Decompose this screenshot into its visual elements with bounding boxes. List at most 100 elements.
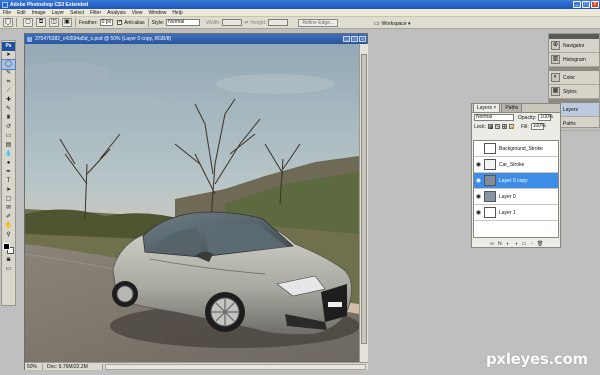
workspace-button[interactable]: ▭ Workspace ▾ [374,19,411,28]
dock-item-styles[interactable]: ▦ Styles [549,85,599,99]
height-input[interactable] [268,19,289,26]
subtract-selection-icon[interactable]: ◫ [49,18,59,27]
gradient-tool-icon[interactable]: ▤ [2,141,15,150]
feather-input[interactable]: 0 px [99,19,114,26]
foreground-color-swatch[interactable] [3,243,10,250]
menu-file[interactable]: File [0,10,14,16]
type-tool-icon[interactable]: T [2,177,15,186]
height-label: Height: [250,19,267,26]
dodge-tool-icon[interactable]: ● [2,159,15,168]
app-icon [2,1,8,8]
crop-tool-icon[interactable]: ⌗ [2,78,15,87]
lasso-tool-icon[interactable]: ◯ [1,59,16,70]
tool-preset-picker[interactable]: ◯ [3,18,13,27]
opacity-input[interactable]: 100% [538,114,553,121]
doc-maximize-button[interactable]: □ [351,36,358,42]
width-input[interactable] [222,19,243,26]
minimize-button[interactable]: _ [573,1,581,8]
visibility-eye-icon[interactable]: ◉ [474,161,483,168]
watermark: pxleyes.com [486,350,588,368]
antialias-checkbox[interactable]: ✓ [117,20,122,25]
layer-mask-icon[interactable]: ◐ [505,241,511,247]
layer-name: Background_Stroke [499,145,543,152]
doc-minimize-button[interactable]: _ [343,36,350,42]
lock-transparency-icon[interactable]: ▦ [487,124,493,129]
doc-close-button[interactable]: x [359,36,366,42]
swap-icon[interactable]: ⇄ [244,20,248,26]
opacity-label: Opacity: [518,114,537,121]
menu-view[interactable]: View [129,10,146,16]
horizontal-scrollbar[interactable] [105,363,366,370]
delete-layer-icon[interactable]: 🗑 [537,241,543,247]
eraser-tool-icon[interactable]: ▭ [2,132,15,141]
healing-brush-tool-icon[interactable]: ✚ [2,96,15,105]
new-layer-icon[interactable]: ▫ [529,241,535,247]
lock-position-icon[interactable]: ✥ [501,124,507,129]
intersect-selection-icon[interactable]: ▣ [62,18,72,27]
zoom-tool-icon[interactable]: ⚲ [2,231,15,240]
new-selection-icon[interactable]: ▢ [23,18,33,27]
layer-style-icon[interactable]: fx [497,241,503,247]
layer-row[interactable]: Background_Stroke [474,141,558,157]
menu-image[interactable]: Image [29,10,49,16]
style-select[interactable]: Normal [166,19,201,26]
menu-analysis[interactable]: Analysis [104,10,129,16]
layer-row[interactable]: ◉ Layer 1 [474,205,558,221]
pen-tool-icon[interactable]: ✒ [2,168,15,177]
layer-thumbnail [484,159,496,170]
layer-row[interactable]: ◉ Layer 0 copy [474,173,558,189]
hand-tool-icon[interactable]: ✋ [2,222,15,231]
notes-tool-icon[interactable]: ✉ [2,204,15,213]
menu-window[interactable]: Window [146,10,170,16]
path-select-tool-icon[interactable]: ➤ [2,186,15,195]
menu-help[interactable]: Help [169,10,185,16]
move-tool-icon[interactable]: ➤ [2,51,15,60]
image-canvas[interactable] [25,44,359,362]
add-selection-icon[interactable]: ⧉ [36,18,46,27]
tab-layers[interactable]: Layers × [473,103,501,112]
style-label: Style: [151,19,165,26]
slice-tool-icon[interactable]: ⟋ [2,87,15,96]
dock-item-label: Color [563,74,575,81]
adjustment-layer-icon[interactable]: ◑ [513,241,519,247]
vertical-scrollbar[interactable] [359,44,368,362]
quick-mask-icon[interactable]: ◙ [2,256,15,265]
visibility-eye-icon[interactable]: ◉ [474,209,483,216]
blend-mode-select[interactable]: Normal [474,114,514,121]
lock-image-icon[interactable]: ✎ [494,124,500,129]
quick-select-tool-icon[interactable]: ✎ [2,69,15,78]
clone-stamp-tool-icon[interactable]: ♜ [2,114,15,123]
lock-label: Lock: [474,123,486,130]
tab-paths[interactable]: Paths [501,103,523,112]
new-group-icon[interactable]: ▭ [521,241,527,247]
document-title-bar[interactable]: 375476382_c43594a5d_o.psd @ 50% (Layer 0… [25,34,367,44]
scrollbar-thumb[interactable] [361,54,367,344]
visibility-eye-icon[interactable]: ◉ [474,177,483,184]
menu-filter[interactable]: Filter [87,10,104,16]
menu-layer[interactable]: Layer [49,10,68,16]
link-layers-icon[interactable]: ∞ [489,241,495,247]
lock-all-icon[interactable]: 🔒 [508,124,515,129]
menu-select[interactable]: Select [67,10,87,16]
zoom-level[interactable]: 50% [25,363,43,370]
layer-thumbnail [484,191,496,202]
screen-mode-icon[interactable]: ▭ [2,265,15,274]
close-button[interactable]: x [591,1,599,8]
dock-item-navigator[interactable]: ⊕ Navigator [549,39,599,53]
document-size[interactable]: Doc: 9.76M/22.2M [43,363,103,370]
visibility-eye-icon[interactable]: ◉ [474,193,483,200]
menu-edit[interactable]: Edit [14,10,29,16]
layer-row[interactable]: ◉ Layer 0 [474,189,558,205]
maximize-button[interactable]: □ [582,1,590,8]
blur-tool-icon[interactable]: 💧 [2,150,15,159]
refine-edge-button[interactable]: Refine Edge... [298,18,339,27]
layer-row[interactable]: ◉ Car_Stroke [474,157,558,173]
dock-item-histogram[interactable]: ▥ Histogram [549,53,599,67]
layer-name: Layer 0 copy [499,177,528,184]
history-brush-tool-icon[interactable]: ↺ [2,123,15,132]
dock-item-color[interactable]: ◐ Color [549,71,599,85]
fill-input[interactable]: 100% [530,123,546,130]
eyedropper-tool-icon[interactable]: ✐ [2,213,15,222]
brush-tool-icon[interactable]: ✎ [2,105,15,114]
shape-tool-icon[interactable]: ▢ [2,195,15,204]
